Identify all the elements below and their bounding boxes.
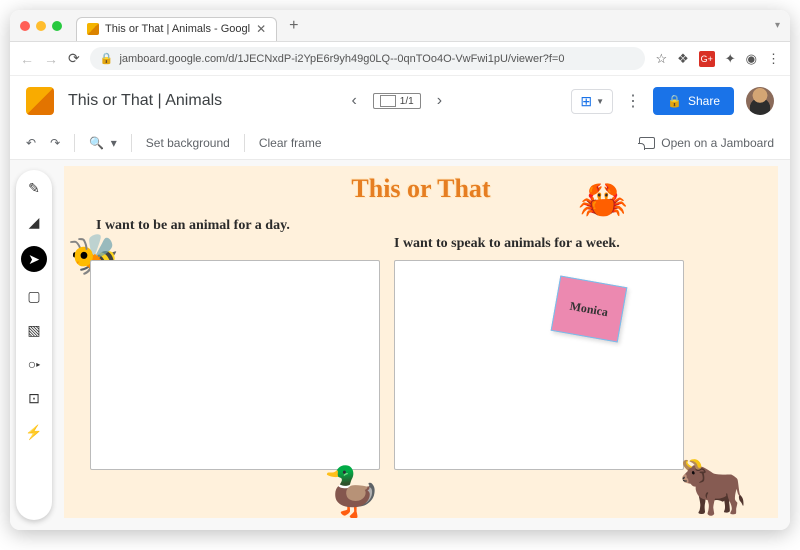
url-text: jamboard.google.com/d/1JECNxdP-i2YpE6r9y…	[119, 53, 564, 65]
create-button[interactable]: ⊞ ▼	[571, 89, 613, 114]
profile-icon[interactable]: ◉	[746, 51, 757, 67]
drop-zones: Monica	[90, 260, 684, 470]
undo-button[interactable]: ↶	[26, 136, 36, 150]
browser-tab[interactable]: This or That | Animals - Googl ✕	[76, 17, 277, 41]
jamboard-logo-icon[interactable]	[26, 87, 54, 115]
star-icon[interactable]: ☆	[655, 51, 667, 67]
open-on-jamboard-button[interactable]: Open on a Jamboard	[639, 136, 774, 150]
user-avatar[interactable]	[746, 87, 774, 115]
tab-title: This or That | Animals - Googl	[105, 23, 250, 35]
plus-icon: ⊞	[580, 93, 592, 110]
workspace: ✎ ◢ ➤ ▢ ▧ ○▸ ⊡ ⚡ This or That I want to …	[10, 160, 790, 530]
yak-graphic-icon[interactable]: 🐂	[678, 454, 748, 518]
right-drop-zone[interactable]: Monica	[394, 260, 684, 470]
cast-icon	[639, 137, 655, 149]
browser-menu-icon[interactable]: ⋮	[767, 51, 780, 67]
app-header: This or That | Animals ‹ 1/1 › ⊞ ▼ ⋮ 🔒 S…	[10, 76, 790, 126]
sticky-note[interactable]: Monica	[551, 276, 628, 343]
document-title[interactable]: This or That | Animals	[68, 92, 222, 110]
browser-address-bar: ← → ⟳ 🔒 jamboard.google.com/d/1JECNxdP-i…	[10, 42, 790, 76]
tabs-dropdown-icon[interactable]: ▾	[775, 20, 780, 31]
lock-icon: 🔒	[667, 94, 682, 108]
image-tool-icon[interactable]: ▧	[24, 320, 44, 340]
eraser-tool-icon[interactable]: ◢	[24, 212, 44, 232]
clear-frame-button[interactable]: Clear frame	[259, 136, 322, 150]
frame-indicator[interactable]: 1/1	[373, 93, 421, 109]
browser-titlebar: This or That | Animals - Googl ✕ + ▾	[10, 10, 790, 42]
sticky-note-tool-icon[interactable]: ▢	[24, 286, 44, 306]
separator	[131, 134, 132, 152]
shape-tool-icon[interactable]: ○▸	[24, 354, 44, 374]
open-jamboard-label: Open on a Jamboard	[661, 136, 774, 150]
extension-badge-icon[interactable]: G+	[699, 51, 715, 67]
right-prompt: I want to speak to animals for a week.	[394, 236, 620, 252]
set-background-button[interactable]: Set background	[146, 136, 230, 150]
new-tab-button[interactable]: +	[289, 17, 298, 35]
separator	[244, 134, 245, 152]
chevron-down-icon: ▼	[596, 97, 604, 106]
stack-icon[interactable]: ❖	[677, 51, 689, 67]
minimize-window-icon[interactable]	[36, 21, 46, 31]
prev-frame-button[interactable]: ‹	[343, 88, 364, 114]
redo-button[interactable]: ↷	[50, 136, 60, 150]
pen-tool-icon[interactable]: ✎	[24, 178, 44, 198]
goose-graphic-icon[interactable]: 🦆	[322, 463, 382, 518]
secondary-toolbar: ↶ ↷ 🔍 ▾ Set background Clear frame Open …	[10, 126, 790, 160]
share-label: Share	[688, 94, 720, 108]
browser-extensions: ☆ ❖ G+ ✦ ◉ ⋮	[655, 51, 780, 67]
left-prompt: I want to be an animal for a day.	[96, 218, 290, 234]
board-title: This or That	[64, 166, 778, 204]
frame-pager: ‹ 1/1 ›	[343, 88, 450, 114]
tool-pill: ✎ ◢ ➤ ▢ ▧ ○▸ ⊡ ⚡	[16, 170, 52, 520]
back-button[interactable]: ←	[20, 51, 34, 67]
crab-graphic-icon[interactable]: 🦀	[578, 176, 628, 223]
share-button[interactable]: 🔒 Share	[653, 87, 734, 115]
url-field[interactable]: 🔒 jamboard.google.com/d/1JECNxdP-i2YpE6r…	[90, 47, 646, 70]
next-frame-button[interactable]: ›	[429, 88, 450, 114]
window-controls	[20, 21, 62, 31]
close-window-icon[interactable]	[20, 21, 30, 31]
browser-window: This or That | Animals - Googl ✕ + ▾ ← →…	[10, 10, 790, 530]
tool-sidebar: ✎ ◢ ➤ ▢ ▧ ○▸ ⊡ ⚡	[10, 160, 58, 530]
laser-tool-icon[interactable]: ⚡	[24, 422, 44, 442]
header-right-controls: ⊞ ▼ ⋮ 🔒 Share	[571, 87, 774, 115]
maximize-window-icon[interactable]	[52, 21, 62, 31]
puzzle-icon[interactable]: ✦	[725, 51, 736, 67]
select-tool-icon[interactable]: ➤	[21, 246, 47, 272]
jamboard-canvas[interactable]: This or That I want to be an animal for …	[64, 166, 778, 518]
textbox-tool-icon[interactable]: ⊡	[24, 388, 44, 408]
jamboard-favicon-icon	[87, 23, 99, 35]
reload-button[interactable]: ⟳	[68, 50, 80, 67]
lock-icon: 🔒	[100, 52, 114, 65]
zoom-button[interactable]: 🔍 ▾	[89, 136, 117, 150]
left-drop-zone[interactable]	[90, 260, 380, 470]
separator	[74, 134, 75, 152]
forward-button[interactable]: →	[44, 51, 58, 67]
tab-close-icon[interactable]: ✕	[256, 22, 266, 36]
more-menu-button[interactable]: ⋮	[625, 91, 641, 111]
